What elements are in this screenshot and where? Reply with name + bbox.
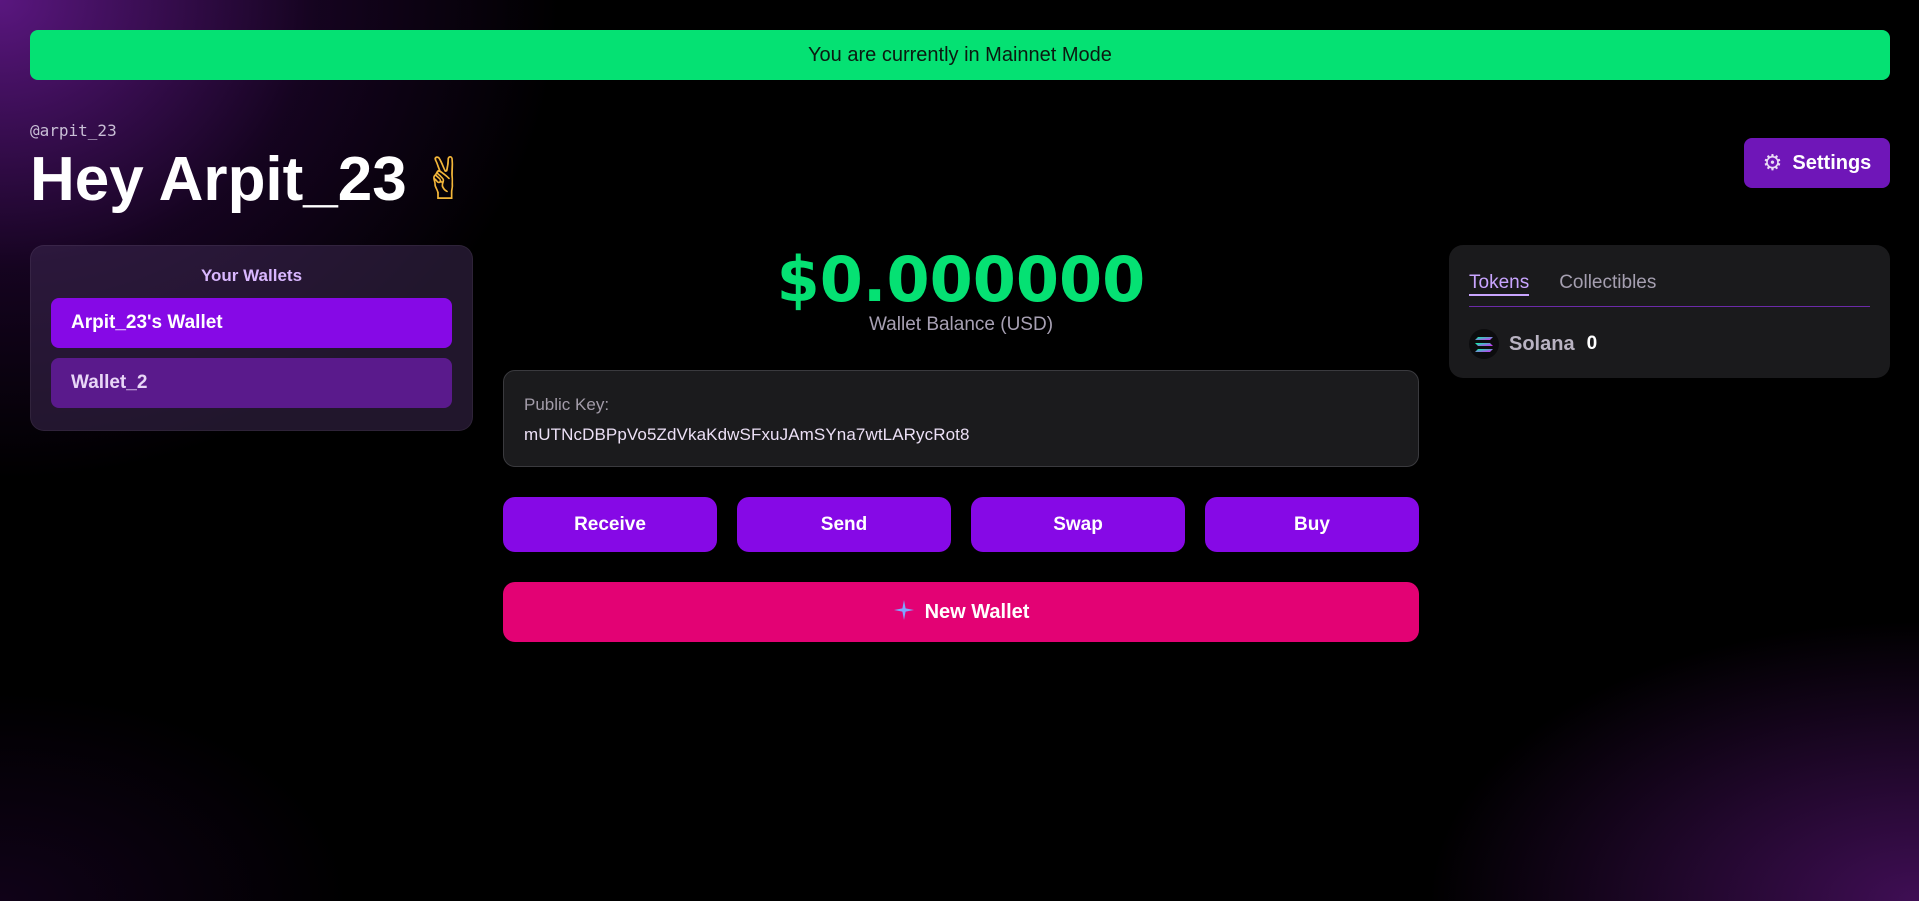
- receive-button[interactable]: Receive: [503, 497, 717, 552]
- wallet-balance-amount: $0.000000: [776, 243, 1146, 316]
- network-mode-banner: You are currently in Mainnet Mode: [30, 30, 1890, 80]
- greeting-text: Hey Arpit_23: [30, 145, 407, 214]
- wallet-item-wallet-2[interactable]: Wallet_2: [51, 358, 452, 408]
- gear-icon: ⚙: [1762, 150, 1783, 175]
- public-key-label: Public Key:: [524, 395, 610, 414]
- wallets-title: Your Wallets: [200, 266, 303, 285]
- settings-button[interactable]: ⚙ Settings: [1744, 138, 1890, 188]
- token-name: Solana: [1509, 332, 1575, 355]
- tab-collectibles[interactable]: Collectibles: [1559, 269, 1656, 306]
- public-key-box[interactable]: Public Key: mUTNcDBPpVo5ZdVkaKdwSFxuJAmS…: [503, 370, 1419, 467]
- page-title: Hey Arpit_23 ✌: [30, 144, 469, 216]
- network-mode-text: You are currently in Mainnet Mode: [808, 43, 1112, 66]
- public-key-value[interactable]: mUTNcDBPpVo5ZdVkaKdwSFxuJAmSYna7wtLARycR…: [524, 425, 1398, 445]
- new-wallet-button[interactable]: New Wallet: [503, 582, 1419, 642]
- wallet-balance-label: Wallet Balance (USD): [868, 314, 1054, 335]
- token-amount: 0: [1586, 333, 1598, 354]
- wallet-item-label: Wallet_2: [71, 372, 148, 393]
- send-button[interactable]: Send: [737, 497, 951, 552]
- user-handle: @arpit_23: [30, 121, 117, 140]
- wallet-item-label: Arpit_23's Wallet: [71, 312, 223, 333]
- peace-hand-icon: ✌: [420, 147, 470, 212]
- wallets-panel: Your Wallets Arpit_23's Wallet Wallet_2: [30, 245, 473, 431]
- tab-tokens[interactable]: Tokens: [1469, 269, 1530, 306]
- settings-label: Settings: [1792, 151, 1872, 174]
- wallet-item-arpit[interactable]: Arpit_23's Wallet: [51, 298, 452, 348]
- assets-tabs: Tokens Collectibles: [1469, 269, 1870, 307]
- sparkle-icon: [893, 599, 915, 625]
- token-row-solana[interactable]: Solana 0: [1469, 329, 1870, 359]
- new-wallet-label: New Wallet: [924, 600, 1030, 623]
- wallet-actions: Receive Send Swap Buy: [503, 497, 1419, 552]
- assets-panel: Tokens Collectibles Solana 0: [1449, 245, 1890, 378]
- buy-button[interactable]: Buy: [1205, 497, 1419, 552]
- swap-button[interactable]: Swap: [971, 497, 1185, 552]
- solana-icon: [1469, 329, 1499, 359]
